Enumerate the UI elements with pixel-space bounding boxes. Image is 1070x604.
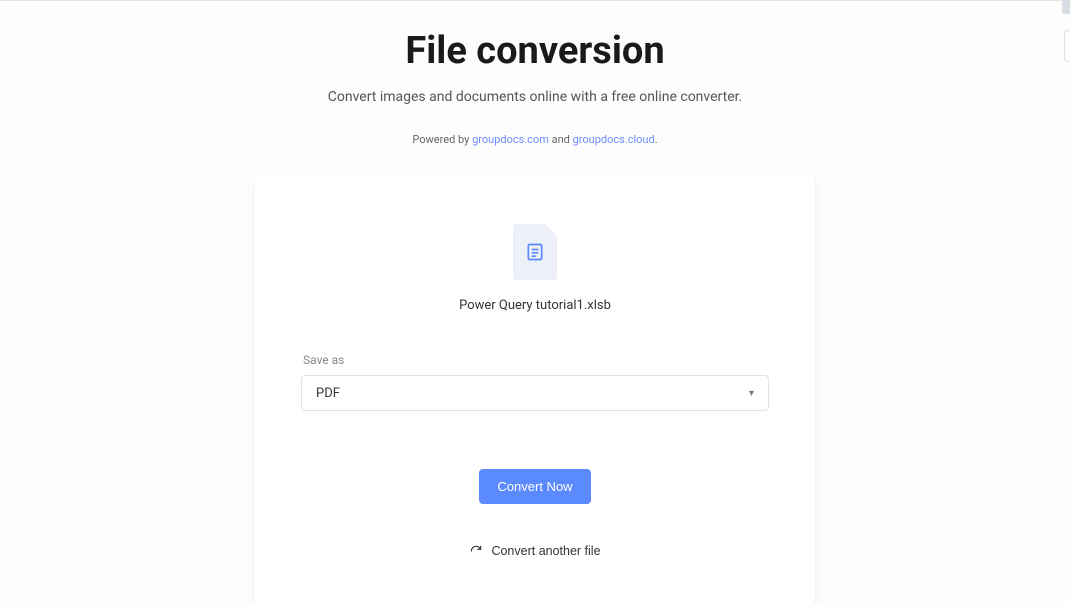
selected-format: PDF (316, 386, 340, 401)
powered-link-1[interactable]: groupdocs.com (472, 133, 549, 146)
conversion-card: Power Query tutorial1.xlsb Save as PDF ▾… (255, 176, 815, 604)
document-icon (525, 242, 545, 262)
file-name: Power Query tutorial1.xlsb (459, 298, 611, 313)
page-subtitle: Convert images and documents online with… (328, 89, 742, 105)
convert-button[interactable]: Convert Now (479, 469, 590, 504)
save-as-section: Save as PDF ▾ (301, 353, 769, 411)
refresh-icon (469, 544, 483, 558)
format-select[interactable]: PDF ▾ (301, 375, 769, 411)
side-box-decoration (1064, 30, 1070, 62)
powered-and: and (549, 133, 573, 146)
file-icon (513, 224, 557, 280)
powered-link-2[interactable]: groupdocs.cloud (573, 133, 655, 146)
page-title: File conversion (405, 29, 664, 73)
save-as-label: Save as (301, 353, 344, 367)
convert-another-button[interactable]: Convert another file (469, 544, 600, 558)
powered-by-text: Powered by groupdocs.com and groupdocs.c… (412, 133, 657, 146)
convert-another-label: Convert another file (491, 544, 600, 558)
side-tab-decoration (1062, 0, 1070, 14)
main-container: File conversion Convert images and docum… (0, 1, 1070, 604)
powered-suffix: . (655, 133, 658, 146)
powered-prefix: Powered by (412, 133, 472, 146)
chevron-down-icon: ▾ (749, 388, 754, 399)
